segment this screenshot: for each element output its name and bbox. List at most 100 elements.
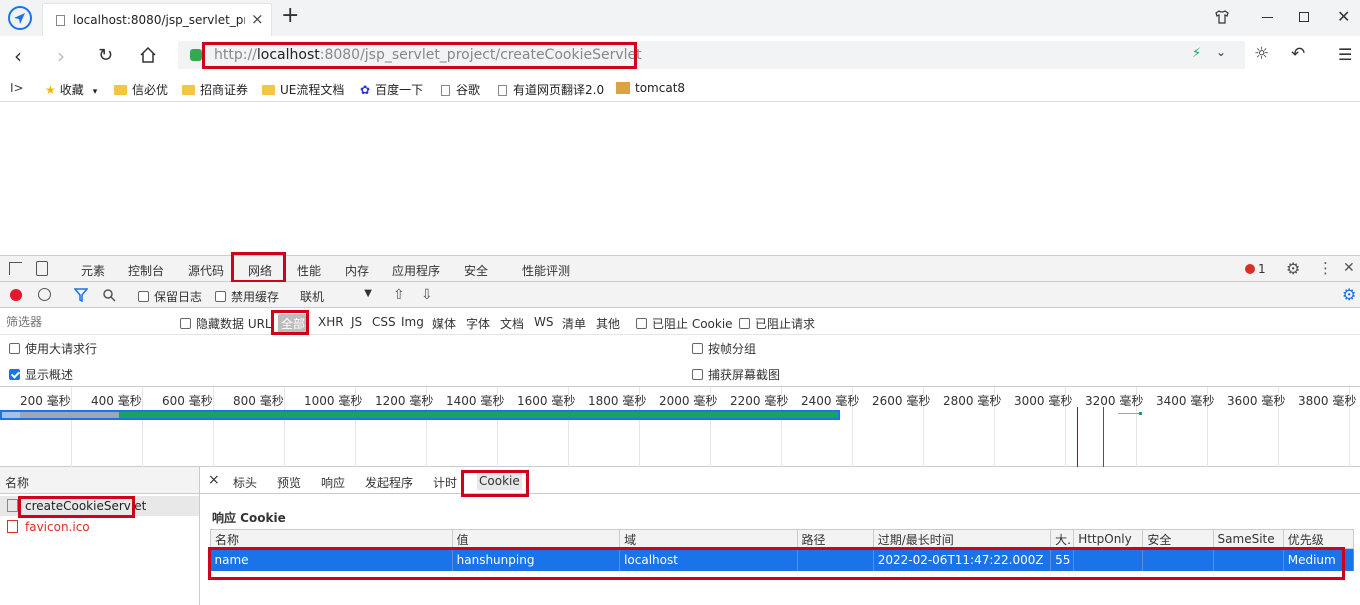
dropdown-chevron-icon[interactable]: ⌄ xyxy=(1216,45,1226,59)
blocked-cookies-checkbox[interactable]: 已阻止 Cookie xyxy=(636,315,733,332)
disable-cache-checkbox[interactable]: 禁用缓存 xyxy=(215,288,279,305)
checkbox[interactable] xyxy=(739,318,750,329)
record-icon[interactable] xyxy=(10,289,22,301)
filter-type-media[interactable]: 媒体 xyxy=(432,315,456,332)
tab-application[interactable]: 应用程序 xyxy=(392,262,440,279)
tab-memory[interactable]: 内存 xyxy=(345,262,369,279)
filter-type-css[interactable]: CSS xyxy=(372,315,396,329)
checkbox-checked[interactable] xyxy=(9,369,20,380)
filter-type-manifest[interactable]: 清单 xyxy=(562,315,586,332)
large-rows-checkbox[interactable]: 使用大请求行 xyxy=(9,340,97,357)
tab-headers[interactable]: 标头 xyxy=(233,474,257,491)
group-by-frame-checkbox[interactable]: 按帧分组 xyxy=(692,340,756,357)
filter-type-font[interactable]: 字体 xyxy=(466,315,490,332)
filter-type-img[interactable]: Img xyxy=(401,315,424,329)
bookmark-folder[interactable]: UE流程文档 xyxy=(262,81,344,98)
blocked-requests-checkbox[interactable]: 已阻止请求 xyxy=(739,315,815,332)
column-header-name[interactable]: 名称 xyxy=(5,474,29,491)
brightness-icon[interactable]: ☼ xyxy=(1254,44,1269,64)
bookmark-youdao[interactable]: 有道网页翻译2.0 xyxy=(498,81,604,98)
shirt-icon[interactable] xyxy=(1214,9,1230,25)
cookie-column-header[interactable]: 值 xyxy=(451,529,621,549)
network-settings-icon[interactable]: ⚙ xyxy=(1342,285,1356,304)
checkbox[interactable] xyxy=(692,343,703,354)
filter-input[interactable] xyxy=(2,312,167,331)
sidebar-toggle[interactable]: I> xyxy=(10,81,24,95)
home-icon[interactable] xyxy=(139,46,157,64)
reload-icon[interactable]: ↻ xyxy=(98,45,113,66)
tab-timing[interactable]: 计时 xyxy=(433,474,457,491)
cookie-column-header[interactable]: 名称 xyxy=(210,529,453,549)
request-row[interactable]: favicon.ico xyxy=(0,517,199,537)
checkbox[interactable] xyxy=(692,369,703,380)
more-menu-icon[interactable]: ⋮ xyxy=(1318,259,1333,277)
menu-icon[interactable]: ☰ xyxy=(1338,45,1352,64)
maximize-icon[interactable] xyxy=(1299,12,1309,22)
bookmark-google[interactable]: 谷歌 xyxy=(441,81,480,98)
export-har-icon[interactable]: ⇩ xyxy=(421,287,433,303)
cookie-row[interactable]: name hanshunping localhost 2022-02-06T11:47… xyxy=(210,548,1355,571)
close-detail-icon[interactable]: × xyxy=(208,472,220,488)
filter-type-xhr[interactable]: XHR xyxy=(318,315,344,329)
filter-type-all[interactable]: 全部 xyxy=(278,314,309,333)
address-bar[interactable]: http://localhost:8080/jsp_servlet_projec… xyxy=(178,41,1245,69)
filter-icon[interactable] xyxy=(73,288,89,303)
inspect-icon[interactable] xyxy=(9,262,22,275)
request-row[interactable]: createCookieServlet xyxy=(0,496,199,516)
close-window-icon[interactable]: ✕ xyxy=(1337,7,1350,26)
network-overview-timeline[interactable]: 200 毫秒 400 毫秒 600 毫秒 800 毫秒 1000 毫秒 1200 毫秒 14… xyxy=(0,387,1360,467)
cookie-column-header[interactable]: 优先级 xyxy=(1282,529,1355,549)
minimize-icon[interactable] xyxy=(1262,17,1273,18)
checkbox[interactable] xyxy=(9,343,20,354)
url-text[interactable]: http://localhost:8080/jsp_servlet_projec… xyxy=(214,47,642,63)
tab-performance[interactable]: 性能 xyxy=(297,262,321,279)
undo-icon[interactable]: ↶ xyxy=(1291,44,1305,64)
cookie-column-header[interactable]: 路径 xyxy=(796,529,874,549)
cookie-column-header[interactable]: 过期/最长时间 xyxy=(872,529,1052,549)
cookie-column-header[interactable]: HttpOnly xyxy=(1073,529,1144,549)
tab-preview[interactable]: 预览 xyxy=(277,474,301,491)
checkbox[interactable] xyxy=(180,318,191,329)
bookmark-folder[interactable]: 招商证券 xyxy=(182,81,248,98)
browser-logo-icon[interactable] xyxy=(8,6,32,30)
tab-sources[interactable]: 源代码 xyxy=(188,262,224,279)
error-count[interactable]: 1 xyxy=(1258,262,1266,276)
browser-tab[interactable]: localhost:8080/jsp_servlet_pro × xyxy=(42,3,272,36)
error-icon[interactable] xyxy=(1245,264,1255,274)
close-devtools-icon[interactable]: ✕ xyxy=(1343,260,1355,276)
cookie-column-header[interactable]: SameSite xyxy=(1212,529,1284,549)
tab-console[interactable]: 控制台 xyxy=(128,262,164,279)
bookmark-baidu[interactable]: ✿ 百度一下 xyxy=(360,81,423,98)
capture-screenshots-checkbox[interactable]: 捕获屏幕截图 xyxy=(692,366,780,383)
bookmark-folder[interactable]: 信必优 xyxy=(114,81,168,98)
show-overview-checkbox[interactable]: 显示概述 xyxy=(9,366,73,383)
settings-gear-icon[interactable]: ⚙ xyxy=(1286,259,1300,278)
tab-response[interactable]: 响应 xyxy=(321,474,345,491)
preserve-log-checkbox[interactable]: 保留日志 xyxy=(138,288,202,305)
device-toggle-icon[interactable] xyxy=(36,261,48,276)
search-icon[interactable] xyxy=(102,288,116,302)
cookie-column-header[interactable]: 大. xyxy=(1050,529,1075,549)
lightning-icon[interactable]: ⚡ xyxy=(1192,46,1201,61)
filter-type-ws[interactable]: WS xyxy=(534,315,553,329)
hide-data-urls-checkbox[interactable]: 隐藏数据 URL xyxy=(180,315,272,332)
new-tab-button[interactable]: + xyxy=(281,3,299,28)
throttle-select[interactable]: 联机 ▼ xyxy=(300,288,372,305)
tab-initiator[interactable]: 发起程序 xyxy=(365,474,413,491)
cookie-column-header[interactable]: 安全 xyxy=(1142,529,1214,549)
checkbox[interactable] xyxy=(215,291,226,302)
bookmark-favorites[interactable]: ★ 收藏 ▾ xyxy=(45,81,97,98)
filter-type-doc[interactable]: 文档 xyxy=(500,315,524,332)
cookie-column-header[interactable]: 域 xyxy=(619,529,798,549)
tab-lighthouse[interactable]: 性能评测 xyxy=(522,262,570,279)
checkbox[interactable] xyxy=(138,291,149,302)
forward-icon[interactable]: › xyxy=(57,44,65,68)
tab-elements[interactable]: 元素 xyxy=(81,262,105,279)
filter-type-other[interactable]: 其他 xyxy=(596,315,620,332)
filter-type-js[interactable]: JS xyxy=(351,315,362,329)
tab-network[interactable]: 网络 xyxy=(248,262,272,279)
clear-icon[interactable] xyxy=(38,288,51,301)
tab-security[interactable]: 安全 xyxy=(464,262,488,279)
bookmark-tomcat[interactable]: tomcat8 xyxy=(616,81,685,95)
back-icon[interactable]: ‹ xyxy=(14,44,22,68)
